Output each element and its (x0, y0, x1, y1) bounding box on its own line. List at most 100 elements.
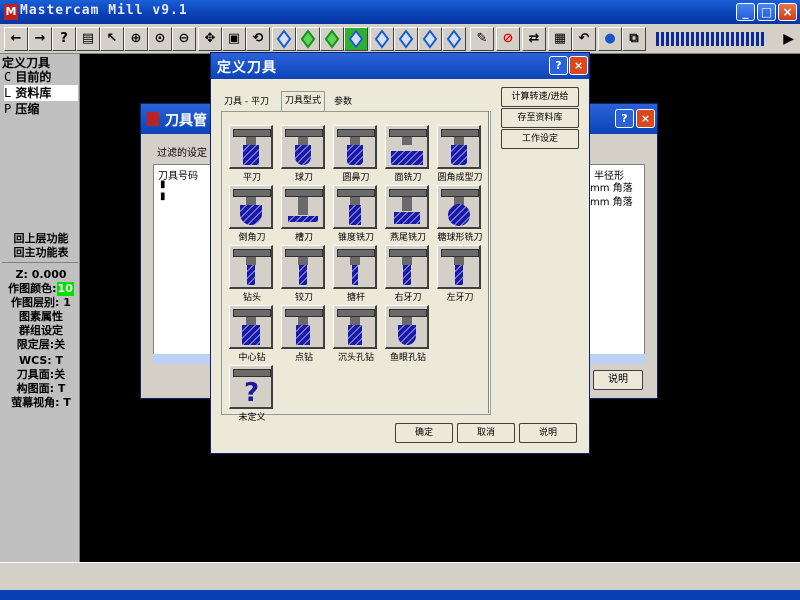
tool-type-flat-endmill[interactable]: 平刀 (227, 125, 277, 183)
menu-key: L (4, 86, 12, 100)
construction-color-button[interactable]: 作图颜色:10 (4, 282, 78, 296)
query-icon[interactable]: ↖ (100, 27, 124, 51)
tool-type-right-tap[interactable]: 右牙刀 (383, 245, 433, 303)
tool-label: 沉头孔钻 (337, 353, 374, 363)
main-menu-button[interactable]: 回主功能表 (4, 246, 78, 260)
cplane-front-cube-icon[interactable] (394, 27, 418, 51)
horizontal-scrollbar[interactable] (153, 354, 215, 364)
zoom-in-icon[interactable]: ⊕ (124, 27, 148, 51)
horizontal-scrollbar[interactable] (589, 354, 645, 364)
z-depth-value[interactable]: Z: 0.000 (4, 268, 78, 282)
undo-icon[interactable]: ↶ (572, 27, 596, 51)
back-arrow-icon[interactable]: ← (4, 27, 28, 51)
tool-type-radius-mill[interactable]: 圆角成型刀 (435, 125, 485, 183)
menu-item-compress[interactable]: P 压缩 (4, 101, 78, 117)
tool-type-ball-endmill[interactable]: 球刀 (279, 125, 329, 183)
explain-button[interactable]: 说明 (593, 370, 643, 390)
group-settings-button[interactable]: 群组设定 (4, 324, 78, 338)
tool-manager-title: 刀具管 (165, 113, 207, 129)
tool-type-left-tap[interactable]: 左牙刀 (435, 245, 485, 303)
no-delete-icon[interactable]: ⊘ (496, 27, 520, 51)
tab-parameters[interactable]: 参数 (331, 93, 355, 111)
tab-tool-flat[interactable]: 刀具 - 平刀 (221, 93, 272, 111)
ball-endmill-icon (281, 125, 325, 169)
back-one-level-button[interactable]: 回上层功能 (4, 232, 78, 246)
save-to-library-button[interactable]: 存至资料库 (501, 108, 579, 128)
minimize-button[interactable]: _ (736, 3, 755, 21)
tool-icon: ▮ (160, 179, 166, 190)
tool-label: 钻头 (242, 293, 261, 303)
tool-type-face-mill[interactable]: 面铣刀 (383, 125, 433, 183)
tool-type-dovetail-mill[interactable]: 燕尾铣刀 (383, 185, 433, 243)
maximize-button[interactable]: □ (757, 3, 776, 21)
tool-type-center-drill[interactable]: 中心钻 (227, 305, 277, 363)
cplane-3d-cube-icon[interactable] (442, 27, 466, 51)
counterbore-icon (333, 305, 377, 349)
eraser-icon[interactable]: ✎ (470, 27, 494, 51)
toolplane-button[interactable]: 刀具面:关 (4, 368, 78, 382)
screen-layers-icon[interactable]: ⇄ (522, 27, 546, 51)
tool-type-slot-mill[interactable]: 槽刀 (279, 185, 329, 243)
iso-view-cube-icon[interactable] (344, 27, 368, 51)
tool-type-taper-mill[interactable]: 锥度铣刀 (331, 185, 381, 243)
tool-label: 糖球形铣刀 (437, 233, 483, 243)
help-button[interactable]: ? (549, 56, 568, 75)
cancel-button[interactable]: 取消 (457, 423, 515, 443)
calc-speed-feed-button[interactable]: 计算转速/进给 (501, 87, 579, 107)
close-button[interactable]: × (569, 56, 588, 75)
mastercam-logo-icon[interactable]: M (4, 4, 18, 20)
pan-icon[interactable]: ✥ (198, 27, 222, 51)
chamfer-mill-icon (229, 185, 273, 229)
tool-type-counterbore[interactable]: 沉头孔钻 (331, 305, 381, 363)
ok-button[interactable]: 确定 (395, 423, 453, 443)
limit-level-button[interactable]: 限定层:关 (4, 338, 78, 352)
help-button[interactable]: ? (615, 109, 634, 128)
tool-type-undefined[interactable]: ? 未定义 (227, 365, 277, 423)
cplane-side-cube-icon[interactable] (418, 27, 442, 51)
tool-type-bull-nose[interactable]: 圆鼻刀 (331, 125, 381, 183)
color-chart-icon[interactable]: ▦ (548, 27, 572, 51)
tool-list[interactable]: 刀具号码 ▮ ▮ (153, 164, 215, 364)
wcs-button[interactable]: WCS: T (4, 354, 78, 368)
calculator-icon[interactable]: ▤ (76, 27, 100, 51)
right-tap-icon (385, 245, 429, 289)
filter-settings-label[interactable]: 过滤的设定 (157, 144, 207, 159)
menu-label: 资料库 (15, 86, 52, 100)
front-view-cube-icon[interactable] (296, 27, 320, 51)
tool-type-countersink[interactable]: 鱼眼孔钻 (383, 305, 433, 363)
toolbar-page-selector[interactable]: ▶ (650, 27, 800, 51)
close-button[interactable]: × (778, 3, 797, 21)
job-setup-button[interactable]: 工作设定 (501, 129, 579, 149)
render-icon[interactable]: ⧉ (622, 27, 646, 51)
tab-tool-type[interactable]: 刀具型式 (281, 91, 326, 111)
rotate-icon[interactable]: ⟲ (246, 27, 270, 51)
tool-type-drill[interactable]: 钻头 (227, 245, 277, 303)
cplane-button[interactable]: 构图面: T (4, 382, 78, 396)
help-icon[interactable]: ? (52, 27, 76, 51)
tool-type-chamfer-mill[interactable]: 倒角刀 (227, 185, 277, 243)
tool-type-boring-bar[interactable]: 搪杆 (331, 245, 381, 303)
tool-label: 点钻 (294, 353, 313, 363)
close-button[interactable]: × (636, 109, 655, 128)
tool-type-spot-drill[interactable]: 点钻 (279, 305, 329, 363)
zoom-box-icon[interactable]: ▣ (222, 27, 246, 51)
top-view-cube-icon[interactable] (272, 27, 296, 51)
side-view-cube-icon[interactable] (320, 27, 344, 51)
tool-type-lollipop-mill[interactable]: 糖球形铣刀 (435, 185, 485, 243)
forward-arrow-icon[interactable]: → (28, 27, 52, 51)
entity-attributes-button[interactable]: 图素属性 (4, 310, 78, 324)
toolbar-next-page-icon[interactable]: ▶ (783, 31, 794, 47)
tool-type-reamer[interactable]: 铰刀 (279, 245, 329, 303)
menu-item-library[interactable]: L 资料库 (4, 85, 78, 101)
zoom-out-icon[interactable]: ⊖ (172, 27, 196, 51)
tool-list-right[interactable]: 半径形 mm 角落 mm 角落 (589, 164, 645, 364)
menu-item-current[interactable]: C 目前的 (4, 69, 78, 85)
construction-level-button[interactable]: 作图层别: 1 (4, 296, 78, 310)
help-text-button[interactable]: 说明 (519, 423, 577, 443)
cplane-top-cube-icon[interactable] (370, 27, 394, 51)
graphics-view-button[interactable]: 萤幕视角: T (4, 396, 78, 410)
tool-label: 左牙刀 (446, 293, 474, 303)
tool-label: 面铣刀 (394, 173, 422, 183)
zoom-window-icon[interactable]: ⊙ (148, 27, 172, 51)
shading-sphere-icon[interactable]: ● (598, 27, 622, 51)
